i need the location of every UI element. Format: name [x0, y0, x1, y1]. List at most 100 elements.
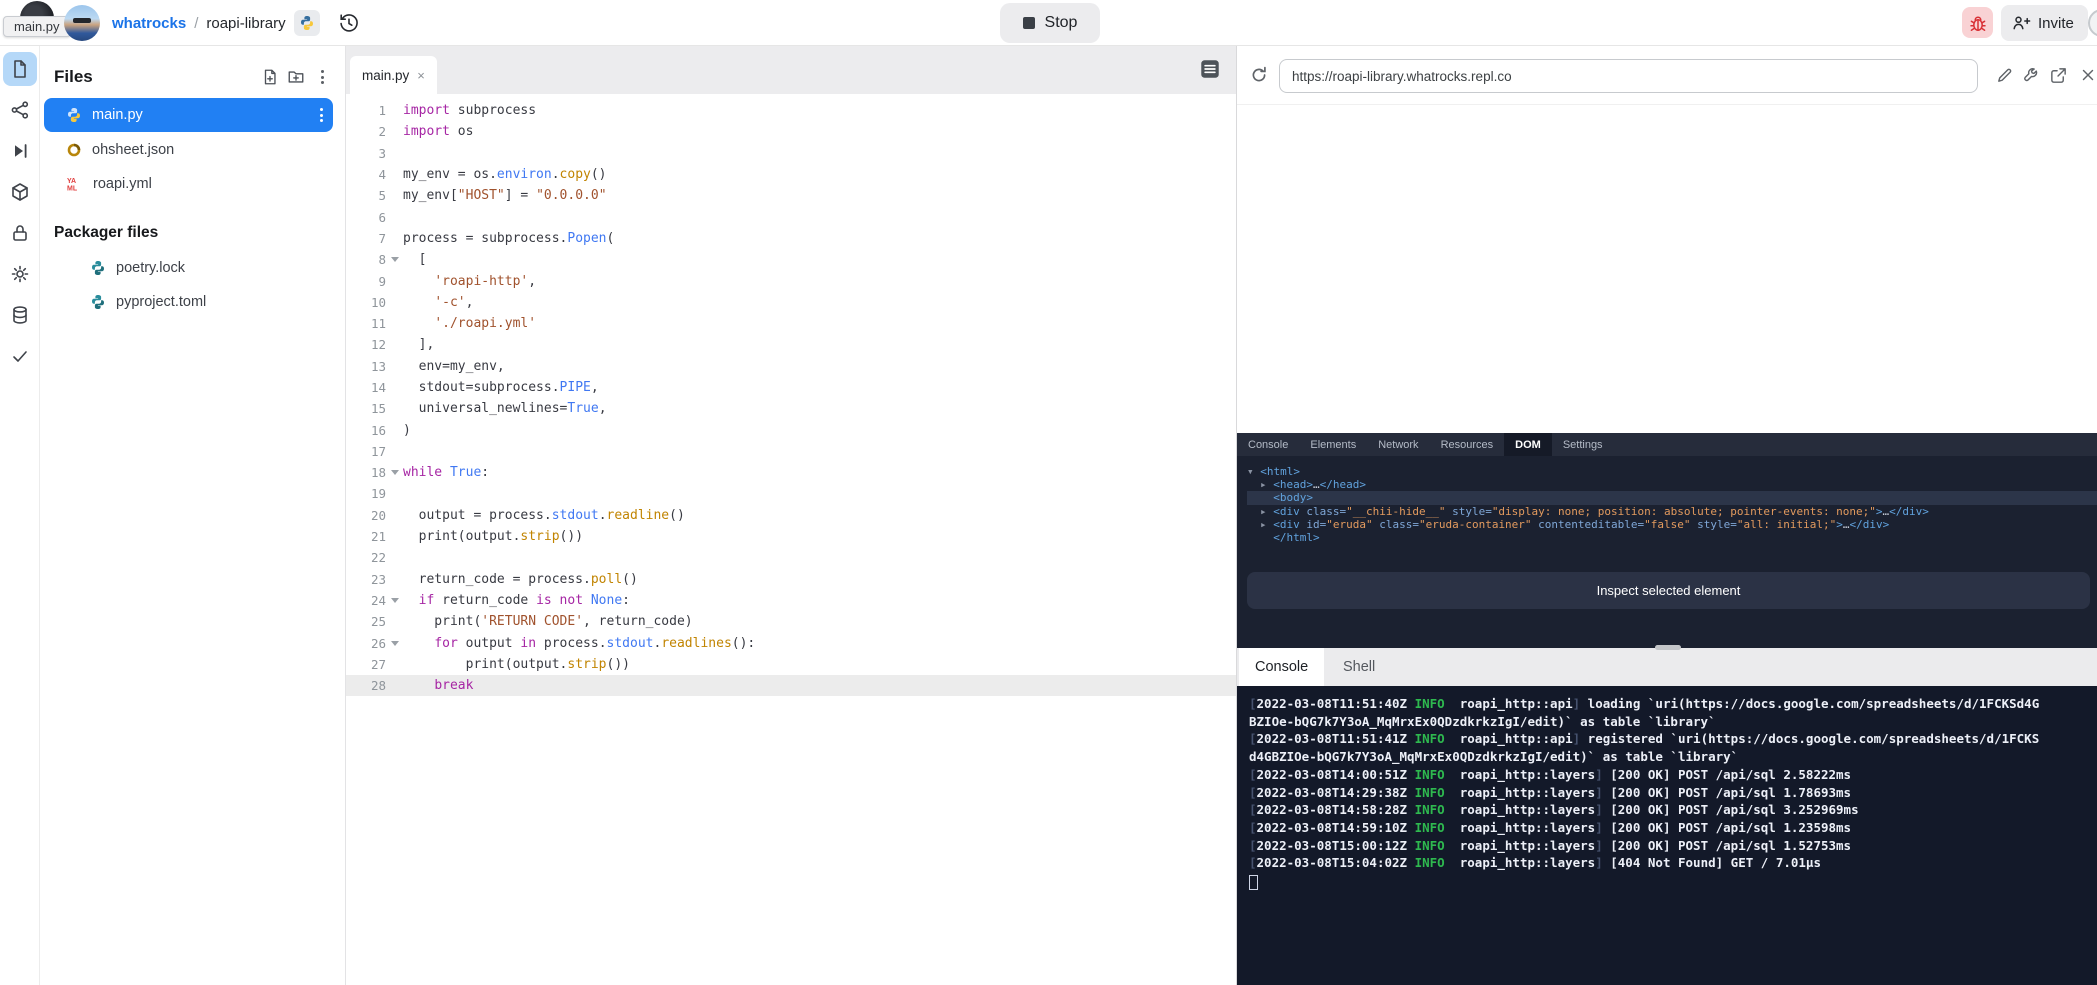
console-tab-bar: ConsoleShell — [1237, 648, 2097, 686]
add-folder-icon[interactable] — [283, 64, 309, 90]
invite-button[interactable]: Invite — [2001, 5, 2088, 41]
code-text: print(output.strip()) — [403, 657, 630, 672]
code-editor: main.py × 1import subprocess2import os34… — [346, 46, 1236, 985]
python-teal-file-icon — [90, 260, 106, 276]
rail-run-next-icon[interactable] — [3, 134, 37, 168]
fold-arrow-icon[interactable] — [386, 641, 403, 646]
devtools-tab-network[interactable]: Network — [1367, 433, 1429, 456]
add-file-icon[interactable] — [257, 64, 283, 90]
code-line-15: 15 universal_newlines=True, — [346, 398, 1236, 419]
dom-node[interactable]: <body> — [1247, 491, 2097, 504]
breadcrumb-repl-name[interactable]: roapi-library — [206, 15, 285, 32]
line-number: 27 — [346, 657, 386, 672]
dom-node[interactable]: ▸ <div class="__chii-hide__" style="disp… — [1247, 505, 2097, 518]
devtools-tab-resources[interactable]: Resources — [1430, 433, 1505, 456]
dom-node[interactable]: ▸ <head>…</head> — [1247, 478, 2097, 491]
panel-drag-handle[interactable] — [1655, 645, 1681, 650]
line-number: 8 — [346, 252, 386, 267]
close-webview-icon[interactable] — [2079, 66, 2097, 84]
dom-node[interactable]: ▸ <div id="eruda" class="eruda-container… — [1247, 518, 2097, 531]
breadcrumb: whatrocks / roapi-library — [112, 0, 360, 46]
devtools-tab-elements[interactable]: Elements — [1299, 433, 1367, 456]
rail-secrets-lock-icon[interactable] — [3, 216, 37, 250]
reload-icon[interactable] — [1249, 65, 1269, 85]
devtools-tab-dom[interactable]: DOM — [1504, 433, 1552, 456]
code-text: 'roapi-http', — [403, 274, 536, 289]
fold-arrow-icon[interactable] — [386, 470, 403, 475]
line-number: 19 — [346, 486, 386, 501]
code-text: print(output.strip()) — [403, 529, 583, 544]
fold-arrow-icon[interactable] — [386, 257, 403, 262]
console-log-line: [2022-03-08T14:29:38Z INFO roapi_http::l… — [1249, 784, 2097, 802]
webview-panel: ConsoleElementsNetworkResourcesDOMSettin… — [1236, 46, 2097, 985]
stop-button[interactable]: Stop — [1000, 3, 1100, 43]
code-text: if return_code is not None: — [403, 593, 630, 608]
code-line-22: 22 — [346, 547, 1236, 568]
code-text: my_env["HOST"] = "0.0.0.0" — [403, 188, 607, 203]
user-avatar[interactable] — [64, 5, 100, 41]
code-text: my_env = os.environ.copy() — [403, 167, 607, 182]
rail-checks-icon[interactable] — [3, 339, 37, 373]
svg-text:ML: ML — [67, 186, 78, 193]
code-line-11: 11 './roapi.yml' — [346, 313, 1236, 334]
line-number: 18 — [346, 465, 386, 480]
file-item-pyproject.toml[interactable]: pyproject.toml — [44, 286, 333, 318]
line-number: 15 — [346, 401, 386, 416]
code-line-24: 24 if return_code is not None: — [346, 590, 1236, 611]
json-file-icon — [66, 142, 82, 158]
file-item-roapi.yml[interactable]: YAMLroapi.yml — [44, 168, 333, 200]
file-menu-icon[interactable] — [310, 108, 333, 122]
console-log-line: [2022-03-08T15:04:02Z INFO roapi_http::l… — [1249, 854, 2097, 872]
console-output[interactable]: [2022-03-08T11:51:40Z INFO roapi_http::a… — [1237, 686, 2097, 985]
line-number: 13 — [346, 359, 386, 374]
tab-close-icon[interactable]: × — [417, 68, 425, 83]
file-item-poetry.lock[interactable]: poetry.lock — [44, 252, 333, 284]
line-number: 20 — [346, 508, 386, 523]
edit-pencil-icon[interactable] — [1995, 66, 2014, 85]
bug-report-button[interactable] — [1962, 7, 1993, 38]
rail-version-control-icon[interactable] — [3, 93, 37, 127]
account-circle-partial[interactable] — [2088, 9, 2097, 37]
breadcrumb-username[interactable]: whatrocks — [112, 15, 186, 32]
panel-tab-console[interactable]: Console — [1239, 648, 1324, 686]
inspect-element-button[interactable]: Inspect selected element — [1247, 572, 2090, 609]
devtools-tab-console[interactable]: Console — [1237, 433, 1299, 456]
rail-files-icon[interactable] — [3, 52, 37, 86]
files-menu-icon[interactable] — [309, 64, 335, 90]
code-line-10: 10 '-c', — [346, 292, 1236, 313]
code-text: output = process.stdout.readline() — [403, 508, 685, 523]
panel-tab-shell[interactable]: Shell — [1327, 648, 1391, 686]
file-name: poetry.lock — [116, 260, 185, 276]
code-line-18: 18while True: — [346, 462, 1236, 483]
line-number: 4 — [346, 167, 386, 182]
dom-node[interactable]: ▾ <html> — [1247, 465, 2097, 478]
open-external-icon[interactable] — [2049, 66, 2068, 85]
code-line-17: 17 — [346, 441, 1236, 462]
devtools-tab-settings[interactable]: Settings — [1552, 433, 1614, 456]
url-input[interactable] — [1279, 59, 1978, 93]
rail-settings-gear-icon[interactable] — [3, 257, 37, 291]
editor-layout-icon[interactable] — [1198, 57, 1222, 81]
code-area[interactable]: 1import subprocess2import os34my_env = o… — [346, 94, 1236, 696]
files-title: Files — [54, 67, 257, 87]
code-line-28: 28 break — [346, 675, 1236, 696]
dom-node[interactable]: </html> — [1247, 531, 2097, 544]
code-line-16: 16) — [346, 419, 1236, 440]
top-bar: main.py whatrocks / roapi-library Stop I… — [0, 0, 2097, 46]
history-icon[interactable] — [338, 12, 360, 34]
file-item-main.py[interactable]: main.py — [44, 98, 333, 132]
yaml-file-icon: YAML — [66, 176, 83, 192]
tab-main-py[interactable]: main.py × — [350, 56, 437, 94]
browser-content[interactable] — [1237, 105, 2097, 433]
code-text: break — [403, 678, 473, 693]
line-number: 2 — [346, 124, 386, 139]
devtools-wrench-icon[interactable] — [2022, 66, 2041, 85]
fold-arrow-icon[interactable] — [386, 598, 403, 603]
rail-database-icon[interactable] — [3, 298, 37, 332]
code-line-14: 14 stdout=subprocess.PIPE, — [346, 377, 1236, 398]
file-item-ohsheet.json[interactable]: ohsheet.json — [44, 134, 333, 166]
console-log-line: [2022-03-08T14:00:51Z INFO roapi_http::l… — [1249, 766, 2097, 784]
line-number: 25 — [346, 614, 386, 629]
files-panel: Files main.pyohsheet.jsonYAMLroapi.yml P… — [40, 46, 346, 985]
rail-packages-icon[interactable] — [3, 175, 37, 209]
